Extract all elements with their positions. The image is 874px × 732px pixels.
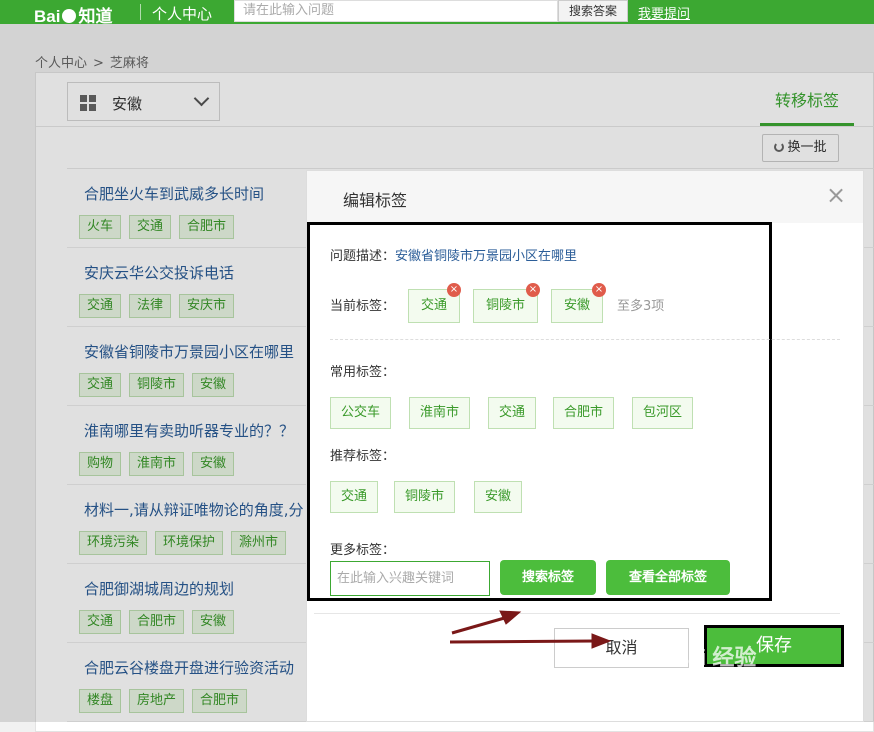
common-tag[interactable]: 公交车 xyxy=(330,397,392,429)
common-tag[interactable]: 淮南市 xyxy=(409,397,471,429)
question-search-input[interactable]: 请在此输入问题 xyxy=(234,0,558,22)
divider xyxy=(140,4,141,20)
modal-title: 编辑标签 xyxy=(343,191,408,210)
tag-limit-hint: 至多3项 xyxy=(617,299,665,314)
watermark-url: jingyan.baidu.com xyxy=(692,684,812,699)
cancel-button[interactable]: 取消 xyxy=(554,628,689,668)
more-tags-label: 更多标签： xyxy=(330,543,396,558)
divider xyxy=(314,613,840,614)
question-description: 问题描述：安徽省铜陵市万景园小区在哪里 xyxy=(330,245,577,264)
search-answer-button[interactable]: 搜索答案 xyxy=(558,0,628,22)
description-text[interactable]: 安徽省铜陵市万景园小区在哪里 xyxy=(395,249,577,264)
watermark-logo: Bai 经验 xyxy=(672,645,757,670)
remove-tag-icon[interactable]: × xyxy=(447,283,461,297)
common-tag[interactable]: 包河区 xyxy=(632,397,694,429)
divider xyxy=(330,339,840,340)
modal-header: 编辑标签 × xyxy=(307,171,863,223)
common-tag[interactable]: 合肥市 xyxy=(553,397,615,429)
recommended-tag[interactable]: 安徽 xyxy=(474,481,523,513)
recommended-tag[interactable]: 铜陵市 xyxy=(394,481,456,513)
search-tags-button[interactable]: 搜索标签 xyxy=(500,560,596,595)
description-label: 问题描述： xyxy=(330,249,396,264)
remove-tag-icon[interactable]: × xyxy=(592,283,606,297)
common-tag[interactable]: 交通 xyxy=(488,397,537,429)
view-all-tags-button[interactable]: 查看全部标签 xyxy=(606,560,730,595)
ask-question-link[interactable]: 我要提问 xyxy=(638,3,690,22)
keyword-input[interactable]: 在此输入兴趣关键词 xyxy=(330,561,490,596)
personal-center-title[interactable]: 个人中心 xyxy=(152,3,212,24)
current-tags-label: 当前标签： xyxy=(330,299,396,314)
recommended-tag[interactable]: 交通 xyxy=(330,481,379,513)
common-tags-label: 常用标签： xyxy=(330,365,396,380)
recommended-tags-label: 推荐标签： xyxy=(330,449,396,464)
remove-tag-icon[interactable]: × xyxy=(526,283,540,297)
paw-icon xyxy=(62,9,77,23)
close-icon[interactable]: × xyxy=(826,181,846,209)
